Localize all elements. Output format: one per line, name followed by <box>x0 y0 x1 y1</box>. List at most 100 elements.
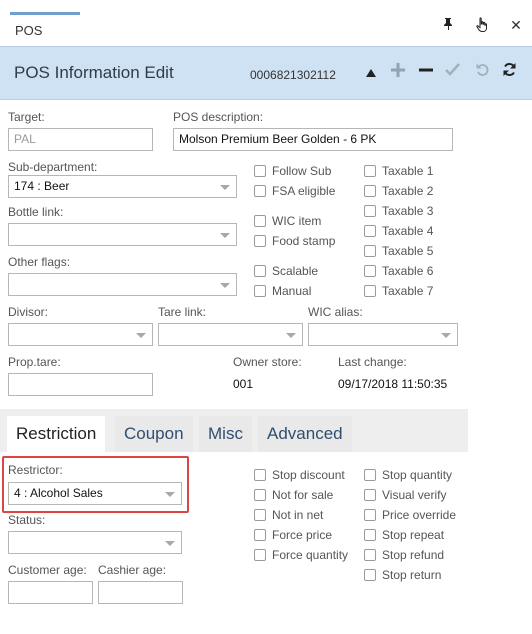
target-field[interactable]: PAL <box>8 128 153 151</box>
restrictor-label: Restrictor: <box>8 463 63 477</box>
follow-sub-checkbox[interactable] <box>254 165 266 177</box>
tab-advanced[interactable]: Advanced <box>258 416 352 452</box>
restrictor-select[interactable]: 4 : Alcohol Sales <box>8 482 182 505</box>
chevron-down-icon <box>165 492 175 497</box>
target-label: Target: <box>8 110 45 124</box>
wic-item-checkbox[interactable] <box>254 215 266 227</box>
tare-link-select[interactable] <box>158 323 303 346</box>
cashier-age-label: Cashier age: <box>98 563 167 577</box>
triangle-up-icon[interactable] <box>361 61 381 83</box>
undo-icon[interactable] <box>472 61 492 83</box>
tare-link-label: Tare link: <box>158 305 207 319</box>
not-for-sale-label: Not for sale <box>272 488 334 502</box>
stop-discount-label: Stop discount <box>272 468 345 482</box>
pos-description-field[interactable]: Molson Premium Beer Golden - 6 PK <box>173 128 453 151</box>
taxable-7-checkbox[interactable] <box>364 285 376 297</box>
chevron-down-icon <box>220 185 230 190</box>
bottle-link-label: Bottle link: <box>8 205 64 219</box>
wic-item-label: WIC item <box>272 214 322 228</box>
stop-quantity-checkbox[interactable] <box>364 469 376 481</box>
tab-pos[interactable]: POS <box>10 12 80 46</box>
taxable-3-label: Taxable 3 <box>382 204 434 218</box>
prop-tare-field[interactable] <box>8 373 153 396</box>
tab-restriction[interactable]: Restriction <box>7 416 106 452</box>
not-in-net-label: Not in net <box>272 508 324 522</box>
scalable-label: Scalable <box>272 264 319 278</box>
pin-icon[interactable] <box>440 17 456 33</box>
manual-label: Manual <box>272 284 312 298</box>
taxable-3-checkbox[interactable] <box>364 205 376 217</box>
tab-coupon[interactable]: Coupon <box>115 416 193 452</box>
cashier-age-field[interactable] <box>98 581 183 604</box>
chevron-down-icon <box>165 541 175 546</box>
visual-verify-checkbox[interactable] <box>364 489 376 501</box>
not-for-sale-checkbox[interactable] <box>254 489 266 501</box>
taxable-5-checkbox[interactable] <box>364 245 376 257</box>
owner-store-value: 001 <box>233 377 254 391</box>
status-select[interactable] <box>8 531 182 554</box>
taxable-6-checkbox[interactable] <box>364 265 376 277</box>
force-quantity-label: Force quantity <box>272 548 349 562</box>
pos-description-label: POS description: <box>173 110 264 124</box>
customer-age-field[interactable] <box>8 581 93 604</box>
hand-pointer-icon[interactable] <box>474 17 490 33</box>
not-in-net-checkbox[interactable] <box>254 509 266 521</box>
stop-repeat-checkbox[interactable] <box>364 529 376 541</box>
stop-refund-checkbox[interactable] <box>364 549 376 561</box>
chevron-down-icon <box>220 283 230 288</box>
last-change-label: Last change: <box>338 355 407 369</box>
divisor-select[interactable] <box>8 323 153 346</box>
scalable-checkbox[interactable] <box>254 265 266 277</box>
customer-age-label: Customer age: <box>8 563 87 577</box>
wic-alias-label: WIC alias: <box>308 305 363 319</box>
edit-header: POS Information Edit 0006821302112 <box>0 46 532 100</box>
prop-tare-label: Prop.tare: <box>8 355 61 369</box>
restrictor-value: 4 : Alcohol Sales <box>14 486 103 500</box>
sub-department-value: 174 : Beer <box>14 179 70 193</box>
taxable-4-label: Taxable 4 <box>382 224 434 238</box>
follow-sub-label: Follow Sub <box>272 164 332 178</box>
taxable-5-label: Taxable 5 <box>382 244 434 258</box>
stop-return-checkbox[interactable] <box>364 569 376 581</box>
visual-verify-label: Visual verify <box>382 488 447 502</box>
food-stamp-checkbox[interactable] <box>254 235 266 247</box>
chevron-down-icon <box>441 333 451 338</box>
wic-alias-select[interactable] <box>308 323 458 346</box>
stop-refund-label: Stop refund <box>382 548 445 562</box>
other-flags-select[interactable] <box>8 273 237 296</box>
taxable-6-label: Taxable 6 <box>382 264 434 278</box>
price-override-label: Price override <box>382 508 457 522</box>
plus-icon[interactable] <box>388 61 408 83</box>
chevron-down-icon <box>220 233 230 238</box>
manual-checkbox[interactable] <box>254 285 266 297</box>
stop-quantity-label: Stop quantity <box>382 468 453 482</box>
chevron-down-icon <box>286 333 296 338</box>
force-quantity-checkbox[interactable] <box>254 549 266 561</box>
page-title: POS Information Edit <box>14 63 174 82</box>
sub-department-select[interactable]: 174 : Beer <box>8 175 237 198</box>
close-icon[interactable]: ✕ <box>508 17 524 33</box>
bottle-link-select[interactable] <box>8 223 237 246</box>
refresh-icon[interactable] <box>499 61 519 83</box>
owner-store-label: Owner store: <box>233 355 302 369</box>
other-flags-label: Other flags: <box>8 255 71 269</box>
fsa-eligible-checkbox[interactable] <box>254 185 266 197</box>
price-override-checkbox[interactable] <box>364 509 376 521</box>
stop-repeat-label: Stop repeat <box>382 528 445 542</box>
stop-discount-checkbox[interactable] <box>254 469 266 481</box>
force-price-checkbox[interactable] <box>254 529 266 541</box>
chevron-down-icon <box>136 333 146 338</box>
check-icon[interactable] <box>443 61 463 83</box>
stop-return-label: Stop return <box>382 568 442 582</box>
taxable-2-checkbox[interactable] <box>364 185 376 197</box>
taxable-1-label: Taxable 1 <box>382 164 434 178</box>
minus-icon[interactable] <box>416 61 436 83</box>
taxable-4-checkbox[interactable] <box>364 225 376 237</box>
taxable-1-checkbox[interactable] <box>364 165 376 177</box>
tab-misc[interactable]: Misc <box>199 416 252 452</box>
taxable-7-label: Taxable 7 <box>382 284 434 298</box>
fsa-eligible-label: FSA eligible <box>272 184 336 198</box>
divisor-label: Divisor: <box>8 305 49 319</box>
item-code: 0006821302112 <box>250 68 336 82</box>
force-price-label: Force price <box>272 528 333 542</box>
